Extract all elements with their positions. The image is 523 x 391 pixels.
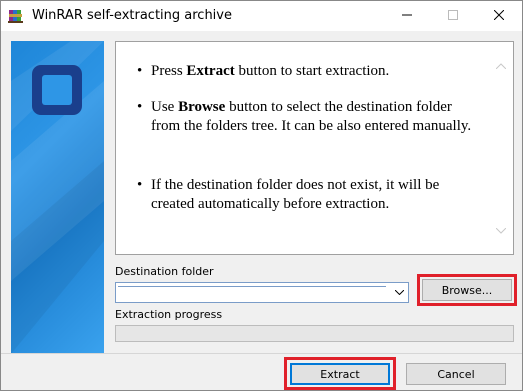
- window-title: WinRAR self-extracting archive: [32, 8, 232, 23]
- close-button[interactable]: [476, 1, 522, 31]
- maximize-icon: [448, 9, 458, 23]
- scroll-up-icon[interactable]: [495, 60, 507, 72]
- minimize-icon: [402, 9, 412, 23]
- chevron-down-icon[interactable]: [392, 285, 406, 300]
- winrar-books-icon: [8, 8, 24, 24]
- minimize-button[interactable]: [384, 1, 430, 31]
- winrar-sfx-window: WinRAR self-extracting archive • Press E…: [0, 0, 523, 391]
- extraction-progress-label: Extraction progress: [115, 308, 223, 321]
- scroll-down-icon[interactable]: [495, 225, 507, 237]
- instruction-item: If the destination folder does not exist…: [137, 176, 481, 214]
- instruction-item: Press Extract button to start extraction…: [137, 62, 481, 81]
- square-logo-icon: [30, 63, 84, 117]
- maximize-button: [430, 1, 476, 31]
- close-icon: [493, 9, 505, 23]
- destination-text-caret-line: [118, 286, 386, 287]
- instruction-item: Use Browse button to select the destinat…: [137, 98, 481, 136]
- side-banner: [11, 41, 104, 354]
- browse-button[interactable]: Browse...: [422, 279, 512, 301]
- extraction-progress-bar: [115, 325, 514, 342]
- extract-button[interactable]: Extract: [290, 363, 390, 385]
- cancel-button[interactable]: Cancel: [406, 363, 506, 385]
- instructions-panel: Press Extract button to start extraction…: [115, 41, 514, 255]
- destination-folder-label: Destination folder: [115, 265, 214, 278]
- destination-folder-combobox[interactable]: [115, 282, 409, 303]
- title-bar: WinRAR self-extracting archive: [1, 1, 522, 31]
